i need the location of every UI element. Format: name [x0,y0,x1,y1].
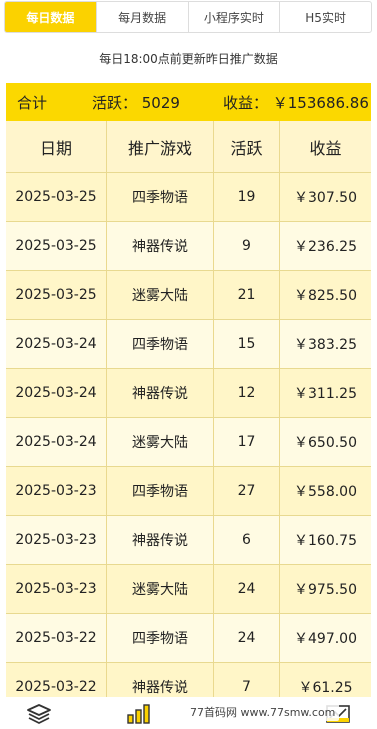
table-row: 2025-03-23 四季物语 27 ￥558.00 [6,467,371,516]
summary-income: 收益： ￥153686.86 [223,93,369,112]
tab-daily-data[interactable]: 每日数据 [5,2,96,32]
table-row: 2025-03-22 四季物语 24 ￥497.00 [6,614,371,663]
table-row: 2025-03-24 四季物语 15 ￥383.25 [6,320,371,369]
header-active: 活跃 [214,121,280,172]
cell-income: ￥236.25 [294,239,357,255]
cell-game: 迷雾大陆 [107,418,214,466]
cell-game: 四季物语 [107,320,214,368]
cell-date: 2025-03-24 [6,369,107,417]
cell-game: 四季物语 [107,467,214,515]
cell-game: 神器传说 [107,369,214,417]
header-date: 日期 [6,121,107,172]
cell-income: ￥307.50 [294,190,357,206]
cell-active: 24 [214,614,280,662]
table-row: 2025-03-24 神器传说 12 ￥311.25 [6,369,371,418]
cell-income: ￥975.50 [294,582,357,598]
cell-game: 迷雾大陆 [107,271,214,319]
cell-active: 12 [214,369,280,417]
summary-label: 合计 [17,93,48,112]
table-row: 2025-03-25 四季物语 19 ￥307.50 [6,173,371,222]
update-notice: 每日18:00点前更新昨日推广数据 [99,52,278,66]
summary-bar: 合计 活跃： 5029 收益： ￥153686.86 [6,83,371,121]
table-row: 2025-03-24 迷雾大陆 17 ￥650.50 [6,418,371,467]
cell-date: 2025-03-25 [6,271,107,319]
cell-date: 2025-03-24 [6,320,107,368]
cell-date: 2025-03-22 [6,614,107,662]
cell-active: 17 [214,418,280,466]
cell-active: 24 [214,565,280,613]
cell-income: ￥383.25 [294,337,357,353]
cell-income: ￥825.50 [294,288,357,304]
cell-active: 19 [214,173,280,221]
cell-income: ￥497.00 [294,631,357,647]
cell-income: ￥650.50 [294,435,357,451]
cell-game: 神器传说 [107,516,214,564]
cell-active: 27 [214,467,280,515]
watermark: 77首码网 www.77smw.com [186,703,340,721]
cell-date: 2025-03-23 [6,467,107,515]
table-row: 2025-03-25 神器传说 9 ￥236.25 [6,222,371,271]
summary-active: 活跃： 5029 [92,93,180,112]
layers-icon[interactable] [26,703,52,725]
cell-active: 6 [214,516,280,564]
header-income: 收益 [309,138,342,158]
table-row: 2025-03-23 迷雾大陆 24 ￥975.50 [6,565,371,614]
data-table: 日期 推广游戏 活跃 收益 2025-03-25 四季物语 19 ￥307.50 202… [6,121,371,712]
cell-income: ￥311.25 [294,386,357,402]
table-header-row: 日期 推广游戏 活跃 收益 [6,121,371,173]
cell-date: 2025-03-23 [6,565,107,613]
cell-date: 2025-03-24 [6,418,107,466]
cell-income: ￥558.00 [294,484,357,500]
header-game: 推广游戏 [107,121,214,172]
cell-active: 21 [214,271,280,319]
bar-chart-icon[interactable] [126,703,152,725]
cell-game: 四季物语 [107,614,214,662]
tab-bar: 每日数据 每月数据 小程序实时 H5实时 [4,1,372,33]
cell-active: 15 [214,320,280,368]
cell-game: 迷雾大陆 [107,565,214,613]
cell-date: 2025-03-23 [6,516,107,564]
cell-game: 四季物语 [107,173,214,221]
cell-game: 神器传说 [107,222,214,270]
tab-h5-realtime[interactable]: H5实时 [279,2,371,32]
table-row: 2025-03-23 神器传说 6 ￥160.75 [6,516,371,565]
tab-miniprogram-realtime[interactable]: 小程序实时 [187,2,280,32]
cell-date: 2025-03-25 [6,173,107,221]
table-row: 2025-03-25 迷雾大陆 21 ￥825.50 [6,271,371,320]
cell-date: 2025-03-25 [6,222,107,270]
cell-active: 9 [214,222,280,270]
cell-income: ￥160.75 [294,533,357,549]
tab-monthly-data[interactable]: 每月数据 [95,2,188,32]
